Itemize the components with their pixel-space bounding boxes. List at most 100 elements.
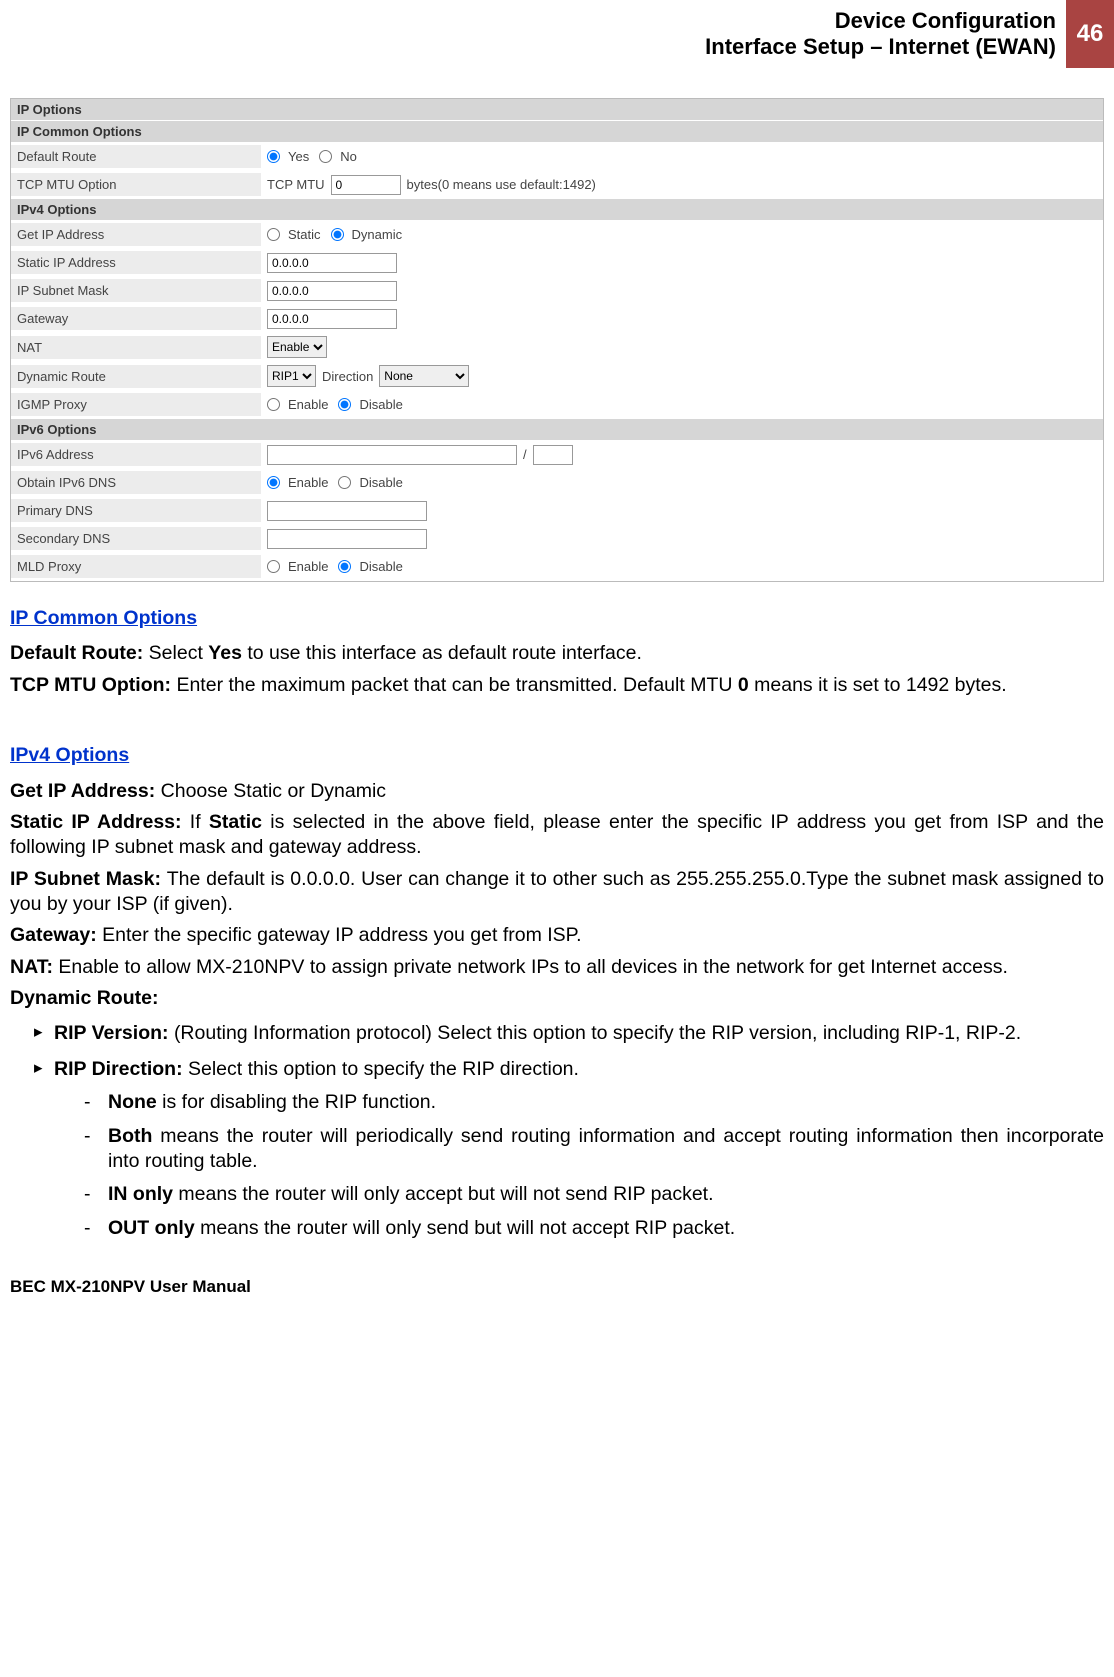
item-rip-direction: RIP Direction: Select this option to spe… (34, 1057, 1104, 1241)
tcp-mtu-suffix: bytes(0 means use default:1492) (407, 177, 596, 192)
radio-mld-disable[interactable] (338, 560, 351, 573)
text-subnet-2: The default is 0.0.0.0. User can change … (10, 868, 1104, 915)
radio-dns-disable[interactable] (338, 476, 351, 489)
control-obtain-dns: Enable Disable (261, 472, 413, 493)
row-obtain-dns: Obtain IPv6 DNS Enable Disable (11, 469, 1103, 497)
direction-select[interactable]: None (379, 365, 469, 387)
bold-rip-direction: RIP Direction: (54, 1058, 188, 1080)
text-rip-direction: Select this option to specify the RIP di… (188, 1058, 579, 1080)
control-subnet (261, 278, 403, 304)
page-number: 46 (1066, 0, 1114, 68)
label-default-route: Default Route (11, 145, 261, 168)
radio-label-dns-disable: Disable (359, 475, 402, 490)
radio-dns-enable[interactable] (267, 476, 280, 489)
bold-default-route-yes: Yes (208, 642, 242, 664)
bold-dynroute: Dynamic Route: (10, 987, 158, 1009)
section-ipv4-options: IPv4 Options (11, 199, 1103, 221)
radio-dynamic[interactable] (331, 228, 344, 241)
control-get-ip: Static Dynamic (261, 224, 412, 245)
ipv6-prefix-input[interactable] (533, 445, 573, 465)
radio-label-dns-enable: Enable (288, 475, 328, 490)
bold-static-ip: Static IP Address: (10, 811, 190, 833)
control-mld: Enable Disable (261, 556, 413, 577)
text-default-route-4: to use this interface as default route i… (242, 642, 642, 664)
control-gateway (261, 306, 403, 332)
row-nat: NAT Enable (11, 333, 1103, 362)
text-tcp-mtu-2: Enter the maximum packet that can be tra… (176, 674, 737, 696)
label-ipv6-addr: IPv6 Address (11, 443, 261, 466)
bold-tcp-mtu-zero: 0 (738, 674, 749, 696)
control-secondary-dns (261, 526, 433, 552)
section-title-ip-common: IP Common Options (10, 606, 197, 631)
row-dynamic-route: Dynamic Route RIP1 Direction None (11, 362, 1103, 391)
tcp-mtu-prefix: TCP MTU (267, 177, 325, 192)
text-tcp-mtu-4: means it is set to 1492 bytes. (749, 674, 1007, 696)
label-igmp: IGMP Proxy (11, 393, 261, 416)
subnet-input[interactable] (267, 281, 397, 301)
row-gateway: Gateway (11, 305, 1103, 333)
item-out-only: OUT only means the router will only send… (78, 1216, 1104, 1241)
item-rip-version: RIP Version: (Routing Information protoc… (34, 1021, 1104, 1046)
bold-in-only: IN only (108, 1183, 173, 1205)
radio-mld-enable[interactable] (267, 560, 280, 573)
para-nat: NAT: Enable to allow MX-210NPV to assign… (10, 955, 1104, 980)
gateway-input[interactable] (267, 309, 397, 329)
bold-subnet: IP Subnet Mask: (10, 868, 167, 890)
config-screenshot: IP Options IP Common Options Default Rou… (10, 98, 1104, 582)
page-header: Device Configuration Interface Setup – I… (0, 0, 1114, 68)
label-get-ip: Get IP Address (11, 223, 261, 246)
label-primary-dns: Primary DNS (11, 499, 261, 522)
bold-nat: NAT: (10, 956, 58, 978)
radio-igmp-enable[interactable] (267, 398, 280, 411)
text-in-only: means the router will only accept but wi… (173, 1183, 714, 1205)
row-secondary-dns: Secondary DNS (11, 525, 1103, 553)
row-ipv6-addr: IPv6 Address / (11, 441, 1103, 469)
bold-gateway: Gateway: (10, 924, 102, 946)
para-subnet: IP Subnet Mask: The default is 0.0.0.0. … (10, 867, 1104, 918)
bold-get-ip: Get IP Address: (10, 780, 161, 802)
radio-default-route-no[interactable] (319, 150, 332, 163)
control-tcp-mtu: TCP MTU bytes(0 means use default:1492) (261, 172, 602, 198)
radio-default-route-yes[interactable] (267, 150, 280, 163)
item-in-only: IN only means the router will only accep… (78, 1182, 1104, 1207)
nat-select[interactable]: Enable (267, 336, 327, 358)
label-obtain-dns: Obtain IPv6 DNS (11, 471, 261, 494)
rip-select[interactable]: RIP1 (267, 365, 316, 387)
control-nat: Enable (261, 333, 333, 361)
tcp-mtu-input[interactable] (331, 175, 401, 195)
static-ip-input[interactable] (267, 253, 397, 273)
ipv6-addr-input[interactable] (267, 445, 517, 465)
bold-out-only: OUT only (108, 1217, 195, 1239)
para-dynroute: Dynamic Route: (10, 986, 1104, 1011)
label-subnet: IP Subnet Mask (11, 279, 261, 302)
direction-label: Direction (322, 369, 373, 384)
secondary-dns-input[interactable] (267, 529, 427, 549)
ipv6-slash: / (523, 447, 527, 462)
header-titles: Device Configuration Interface Setup – I… (705, 0, 1066, 68)
para-get-ip: Get IP Address: Choose Static or Dynamic (10, 779, 1104, 804)
primary-dns-input[interactable] (267, 501, 427, 521)
row-subnet: IP Subnet Mask (11, 277, 1103, 305)
bold-default-route: Default Route: (10, 642, 149, 664)
para-tcp-mtu: TCP MTU Option: Enter the maximum packet… (10, 673, 1104, 698)
bold-static-word: Static (209, 811, 262, 833)
control-ipv6-addr: / (261, 442, 579, 468)
text-nat-2: Enable to allow MX-210NPV to assign priv… (58, 956, 1007, 978)
radio-label-yes: Yes (288, 149, 309, 164)
row-tcp-mtu: TCP MTU Option TCP MTU bytes(0 means use… (11, 171, 1103, 199)
row-default-route: Default Route Yes No (11, 143, 1103, 171)
text-default-route-2: Select (149, 642, 209, 664)
footer: BEC MX-210NPV User Manual (0, 1251, 1114, 1305)
list-dynroute: RIP Version: (Routing Information protoc… (34, 1021, 1104, 1240)
row-get-ip: Get IP Address Static Dynamic (11, 221, 1103, 249)
radio-label-dynamic: Dynamic (352, 227, 403, 242)
item-none: None is for disabling the RIP function. (78, 1090, 1104, 1115)
bold-tcp-mtu: TCP MTU Option: (10, 674, 176, 696)
radio-label-mld-enable: Enable (288, 559, 328, 574)
control-primary-dns (261, 498, 433, 524)
radio-static[interactable] (267, 228, 280, 241)
label-secondary-dns: Secondary DNS (11, 527, 261, 550)
control-static-ip (261, 250, 403, 276)
radio-igmp-disable[interactable] (338, 398, 351, 411)
text-rip-version: (Routing Information protocol) Select th… (174, 1022, 1021, 1044)
